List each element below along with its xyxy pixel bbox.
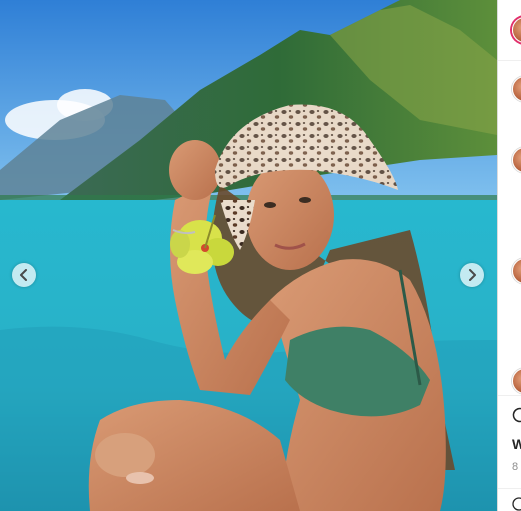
caption-avatar[interactable] (512, 76, 521, 102)
commenter-avatar[interactable] (512, 258, 521, 284)
commenter-avatar[interactable] (512, 368, 521, 394)
likes-count[interactable]: W (512, 436, 521, 452)
emoji-icon[interactable] (512, 497, 521, 511)
post-viewer: W 8 (0, 0, 521, 511)
post-timestamp: 8 (512, 461, 519, 473)
author-avatar[interactable] (512, 17, 521, 43)
chevron-right-icon (469, 269, 476, 281)
comment-box-divider (498, 488, 521, 489)
comments-sidebar: W 8 (498, 0, 521, 511)
post-photo[interactable] (0, 0, 497, 511)
commenter-avatar[interactable] (512, 147, 521, 173)
actions-divider (498, 395, 521, 396)
next-photo-button[interactable] (460, 263, 484, 287)
previous-photo-button[interactable] (12, 263, 36, 287)
chevron-left-icon (20, 269, 27, 281)
header-divider (498, 60, 521, 61)
comment-icon[interactable] (512, 407, 521, 423)
beach-photo (0, 0, 497, 511)
